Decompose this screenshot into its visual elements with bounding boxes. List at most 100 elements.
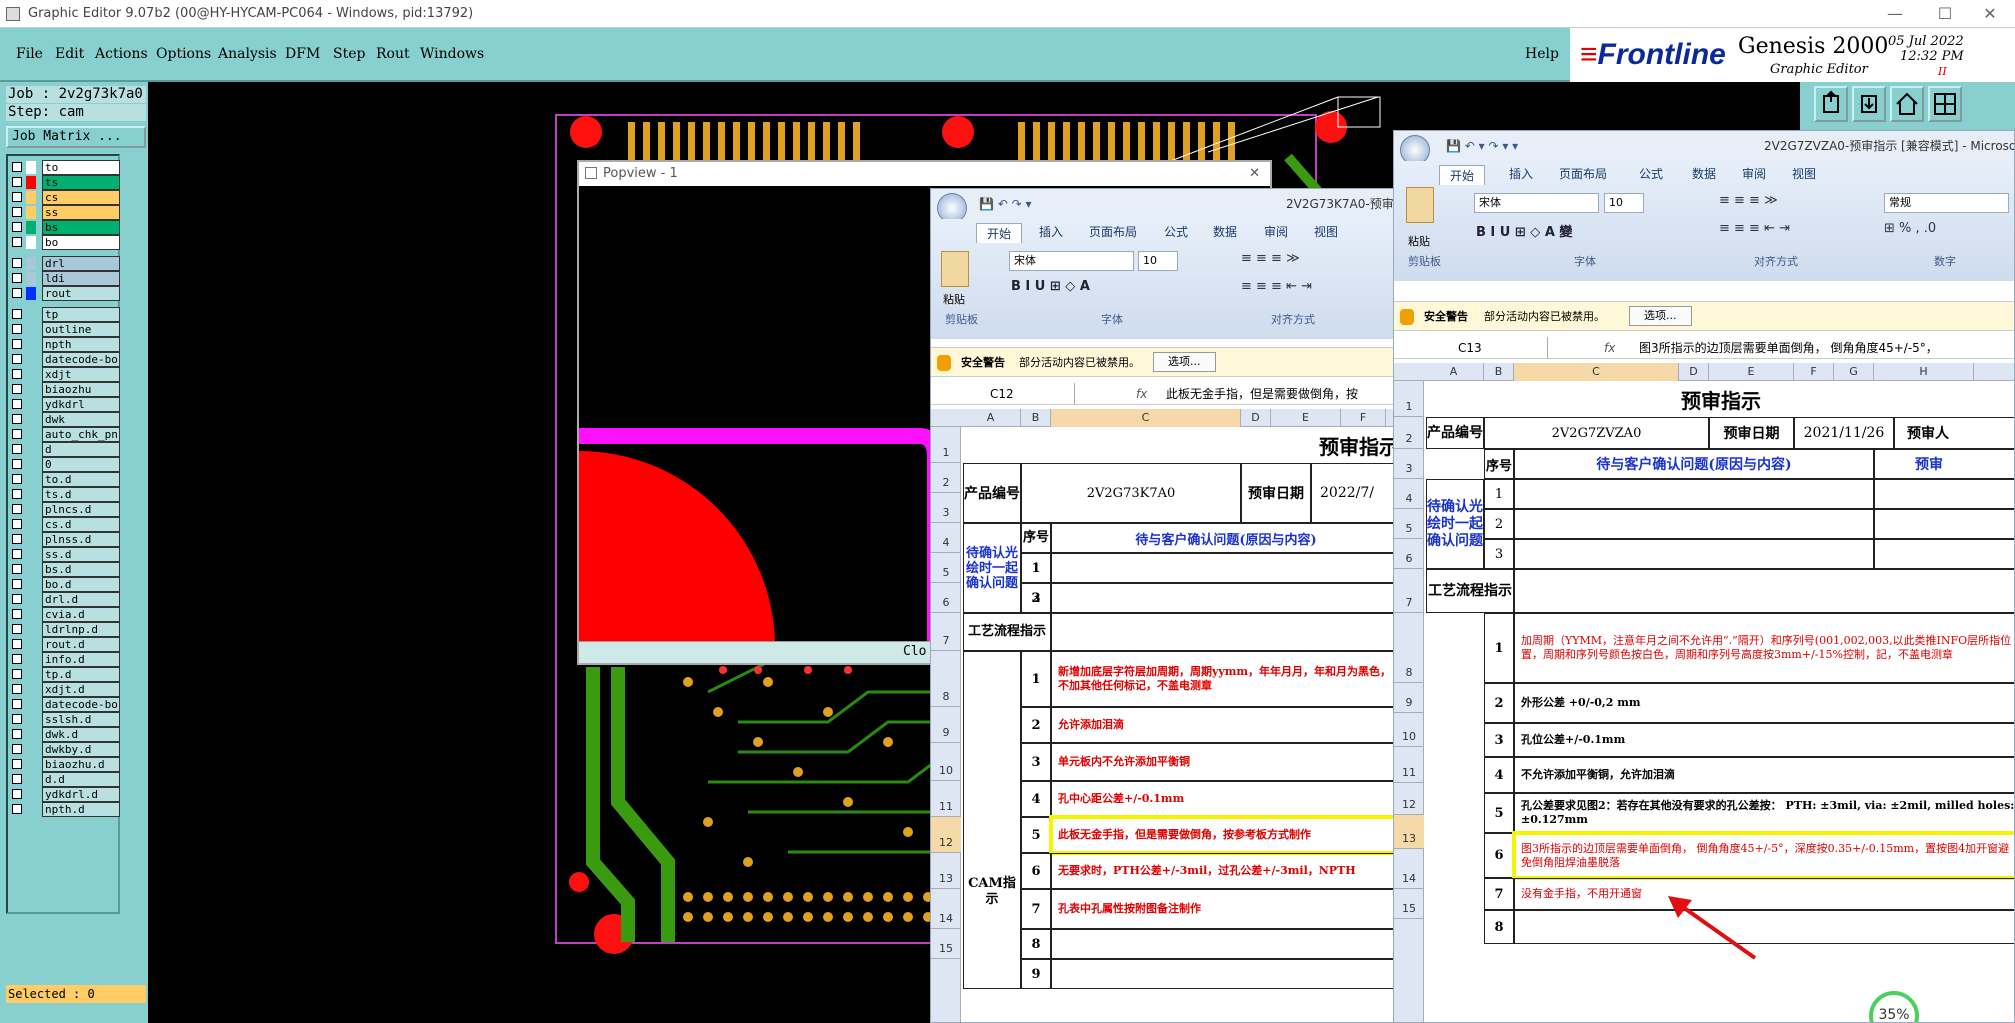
fx-icon-2[interactable]: fx: [1604, 337, 1615, 359]
layer-row[interactable]: plncs.d: [10, 502, 120, 517]
layer-name[interactable]: tp: [42, 307, 120, 322]
layer-row[interactable]: cvia.d: [10, 607, 120, 622]
layer-checkbox[interactable]: [12, 669, 22, 679]
layer-name[interactable]: dwk.d: [42, 727, 120, 742]
layer-checkbox[interactable]: [12, 564, 22, 574]
row-number[interactable]: 12: [1394, 783, 1424, 815]
name-box[interactable]: C12: [935, 383, 1075, 405]
row-number[interactable]: 2: [931, 463, 961, 493]
cam-item-2[interactable]: 孔公差要求见图2：若存在其他没有要求的孔公差按： PTH: ±3mil, via…: [1514, 793, 2014, 833]
layer-row[interactable]: dwkby.d: [10, 742, 120, 757]
row-number[interactable]: 2: [1394, 417, 1424, 449]
quick-access-icons-2[interactable]: 💾 ↶ ▾ ↷ ▾ ▾: [1446, 131, 1518, 161]
col-h-2[interactable]: H: [1874, 363, 1974, 381]
layer-checkbox[interactable]: [12, 549, 22, 559]
row-number[interactable]: 9: [931, 707, 961, 743]
row-number[interactable]: 5: [931, 553, 961, 583]
layer-row[interactable]: d: [10, 442, 120, 457]
pending-seq-2[interactable]: 1: [1484, 479, 1514, 509]
menu-actions[interactable]: Actions: [95, 46, 148, 62]
cam-item-2[interactable]: 外形公差 +0/-0,2 mm: [1514, 683, 2014, 723]
row-number[interactable]: 7: [1394, 569, 1424, 613]
cam-seq-2[interactable]: 6: [1484, 833, 1514, 878]
layer-name[interactable]: 0: [42, 457, 120, 472]
layer-checkbox[interactable]: [12, 624, 22, 634]
layer-row[interactable]: bo.d: [10, 577, 120, 592]
row-number[interactable]: 7: [931, 613, 961, 651]
row-number[interactable]: 13: [931, 853, 961, 889]
layer-checkbox[interactable]: [12, 237, 22, 247]
menu-help[interactable]: Help: [1525, 46, 1559, 62]
layer-checkbox[interactable]: [12, 639, 22, 649]
cam-item[interactable]: 允许添加泪滴: [1051, 707, 1399, 743]
layer-name[interactable]: drl.d: [42, 592, 120, 607]
pending-seq-2[interactable]: 2: [1484, 509, 1514, 539]
layer-name[interactable]: npth.d: [42, 802, 120, 817]
formula-input[interactable]: 此板无金手指，但是需要做倒角，按: [1166, 383, 1358, 405]
cam-seq[interactable]: 7: [1021, 889, 1051, 929]
layer-checkbox[interactable]: [12, 504, 22, 514]
menu-windows[interactable]: Windows: [420, 46, 484, 62]
layer-checkbox[interactable]: [12, 759, 22, 769]
layer-row[interactable]: npth.d: [10, 802, 120, 817]
cam-item[interactable]: [1051, 959, 1399, 989]
layer-checkbox[interactable]: [12, 207, 22, 217]
grid-icon[interactable]: [1928, 86, 1962, 122]
layer-row[interactable]: drl.d: [10, 592, 120, 607]
col-c[interactable]: C: [1051, 409, 1241, 427]
seq-label[interactable]: 序号: [1021, 523, 1051, 553]
product-code-value-2[interactable]: 2V2G7ZVZA0: [1484, 417, 1709, 449]
row-number[interactable]: 4: [931, 523, 961, 553]
row-number[interactable]: 11: [931, 781, 961, 817]
layer-name[interactable]: bo: [42, 235, 120, 250]
layer-name[interactable]: bs: [42, 220, 120, 235]
layer-row[interactable]: cs.d: [10, 517, 120, 532]
process-cell[interactable]: [1051, 613, 1399, 651]
layer-checkbox[interactable]: [12, 534, 22, 544]
format-buttons-2[interactable]: B I U ⊞ ◇ A 變: [1476, 221, 1572, 240]
layer-checkbox[interactable]: [12, 222, 22, 232]
pending-cell-right-2[interactable]: [1874, 539, 2014, 569]
layer-name[interactable]: dwk: [42, 412, 120, 427]
paste-icon-2[interactable]: [1406, 187, 1434, 223]
pending-cell-right-2[interactable]: [1874, 479, 2014, 509]
number-format-select[interactable]: 常规: [1884, 193, 2009, 213]
layer-name[interactable]: sslsh.d: [42, 712, 120, 727]
cam-seq-2[interactable]: 2: [1484, 683, 1514, 723]
layer-checkbox[interactable]: [12, 354, 22, 364]
upload-icon[interactable]: [1814, 86, 1848, 122]
font-size-select[interactable]: 10: [1138, 251, 1178, 271]
layer-name[interactable]: biaozhu: [42, 382, 120, 397]
fx-icon[interactable]: fx: [1136, 383, 1147, 405]
review-date-label-2[interactable]: 预审日期: [1709, 417, 1794, 449]
cam-seq[interactable]: 4: [1021, 781, 1051, 817]
cam-label[interactable]: CAM指示: [963, 651, 1021, 989]
pending-cell-2[interactable]: [1514, 509, 1874, 539]
col-f[interactable]: F: [1341, 409, 1386, 427]
menu-options[interactable]: Options: [156, 46, 211, 62]
cam-item-2[interactable]: 孔位公差+/-0.1mm: [1514, 723, 2014, 757]
col-d-2[interactable]: D: [1679, 363, 1709, 381]
cam-item[interactable]: 单元板内不允许添加平衡铜: [1051, 743, 1399, 781]
layer-checkbox[interactable]: [12, 162, 22, 172]
col-a[interactable]: A: [961, 409, 1021, 427]
layer-name[interactable]: rout.d: [42, 637, 120, 652]
layer-checkbox[interactable]: [12, 429, 22, 439]
layer-row[interactable]: ldrlnp.d: [10, 622, 120, 637]
pending-seq-2[interactable]: 3: [1484, 539, 1514, 569]
cam-seq[interactable]: 2: [1021, 707, 1051, 743]
row-number[interactable]: 14: [1394, 849, 1424, 889]
row-number[interactable]: 3: [1394, 449, 1424, 479]
review-date-value-2[interactable]: 2021/11/26: [1794, 417, 1894, 449]
layer-name[interactable]: ss: [42, 205, 120, 220]
tab-view-2[interactable]: 视图: [1792, 165, 1816, 182]
pending-cell[interactable]: [1051, 553, 1399, 583]
pending-cell-right-2[interactable]: [1874, 509, 2014, 539]
layer-checkbox[interactable]: [12, 324, 22, 334]
options-button-2[interactable]: 选项...: [1629, 306, 1692, 326]
product-code-label-2[interactable]: 产品编号: [1426, 417, 1484, 449]
layer-checkbox[interactable]: [12, 579, 22, 589]
tab-data-2[interactable]: 数据: [1692, 165, 1716, 182]
tab-home-2[interactable]: 开始: [1439, 165, 1486, 185]
layer-row[interactable]: biaozhu: [10, 382, 120, 397]
